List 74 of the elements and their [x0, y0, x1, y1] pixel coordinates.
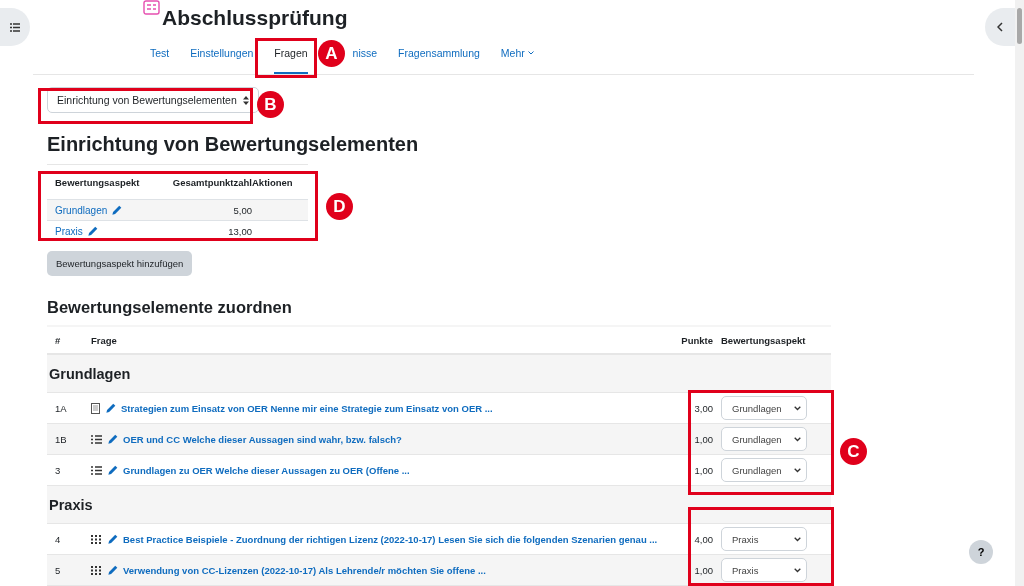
question-link[interactable]: Best Practice Beispiele - Zuordnung der richtigen Lizenz (2022-10-17) Lesen Sie sich die folgenden Szenarien genau ... [123, 533, 658, 545]
column-header: Gesamtpunktzahl [171, 176, 252, 188]
aspect-dropdown[interactable]: Grundlagen [721, 427, 807, 451]
points-cell-text: 4,00 [693, 533, 714, 545]
row-number: 4 [55, 533, 62, 545]
chevron-down-icon [794, 536, 801, 542]
chevron-down-icon [794, 436, 801, 442]
aspect-link[interactable]: Grundlagen [55, 204, 155, 216]
points-cell-text: 1,00 [693, 433, 714, 445]
pencil-icon[interactable] [107, 464, 118, 476]
nav-tab[interactable]: nisse [352, 34, 378, 74]
callout-badge: B [257, 91, 284, 118]
points-cell-text: 3,00 [693, 402, 714, 414]
question-link[interactable]: OER und CC Welche dieser Aussagen sind wahr, bzw. falsch? [123, 433, 402, 445]
section-heading: Bewertungselemente zuordnen [47, 298, 292, 317]
column-header: Punkte [680, 334, 714, 346]
add-aspect-button[interactable]: Bewertungsaspekt hinzufügen [47, 251, 193, 276]
view-select[interactable]: Einrichtung von Bewertungselementen [47, 87, 259, 113]
callout-badge: C [840, 438, 867, 465]
pencil-icon[interactable] [111, 204, 123, 216]
grid-dots-icon [91, 534, 102, 544]
page-title: Abschlussprüfung [162, 6, 348, 30]
column-header: Bewertungsaspekt [721, 334, 807, 346]
aspect-link[interactable]: Praxis [55, 225, 155, 237]
highlight-frame [255, 38, 317, 78]
table-cell-text: 13,00 [227, 225, 252, 237]
points-cell-text: 1,00 [693, 464, 714, 476]
nav-tab[interactable]: Fragen [274, 34, 308, 74]
pencil-icon[interactable] [86, 225, 98, 237]
chevron-down-icon [794, 467, 801, 473]
pencil-icon[interactable] [107, 564, 118, 576]
column-header: Frage [91, 334, 118, 346]
aspect-dropdown[interactable]: Praxis [721, 558, 807, 582]
chevron-down-icon [794, 405, 801, 411]
row-number: 3 [55, 464, 62, 476]
points-cell-text: 1,00 [693, 564, 714, 576]
grid-dots-icon [91, 565, 102, 575]
column-header: Bewertungsaspekt [55, 176, 141, 188]
quiz-icon [143, 0, 160, 15]
section-heading: Einrichtung von Bewertungselementen [47, 133, 419, 156]
column-header: # [55, 334, 62, 346]
aspect-dropdown[interactable]: Praxis [721, 527, 807, 551]
list-icon [91, 465, 102, 475]
document-icon [91, 402, 100, 414]
question-link[interactable]: Grundlagen zu OER Welche dieser Aussagen zu OER (Offene ... [123, 464, 410, 476]
pencil-icon[interactable] [105, 402, 116, 414]
table-cell-text: 5,00 [232, 204, 252, 216]
question-link[interactable]: Strategien zum Einsatz von OER Nenne mir eine Strategie zum Einsatz von OER ... [121, 402, 493, 414]
list-icon [91, 434, 102, 444]
drawer-toggle-button[interactable] [985, 8, 1015, 46]
updown-caret-icon [242, 95, 249, 105]
row-number: 5 [55, 564, 62, 576]
row-number: 1B [55, 433, 68, 445]
callout-badge: D [326, 193, 353, 220]
chevron-down-icon [794, 567, 801, 573]
row-number: 1A [55, 402, 68, 414]
help-button[interactable]: ? [969, 540, 993, 564]
pencil-icon[interactable] [107, 533, 118, 545]
drawer-toggle-button[interactable] [0, 8, 30, 46]
pencil-icon[interactable] [107, 433, 118, 445]
nav-tab[interactable]: Fragensammlung [398, 34, 480, 74]
nav-tab[interactable]: Einstellungen [190, 34, 254, 74]
callout-badge: A [318, 40, 345, 67]
group-title: Grundlagen [49, 365, 131, 382]
aspect-dropdown[interactable]: Grundlagen [721, 458, 807, 482]
scrollbar[interactable] [1015, 0, 1024, 586]
aspect-dropdown[interactable]: Grundlagen [721, 396, 807, 420]
list-icon [10, 22, 20, 32]
group-title: Praxis [49, 496, 93, 513]
question-link[interactable]: Verwendung von CC-Lizenzen (2022-10-17) Als Lehrende/r möchten Sie offene ... [123, 564, 486, 576]
nav-tab[interactable]: Mehr [500, 34, 534, 74]
nav-tab[interactable]: Test [150, 34, 170, 74]
chevron-left-icon [997, 22, 1003, 32]
column-header: Aktionen [252, 176, 294, 188]
